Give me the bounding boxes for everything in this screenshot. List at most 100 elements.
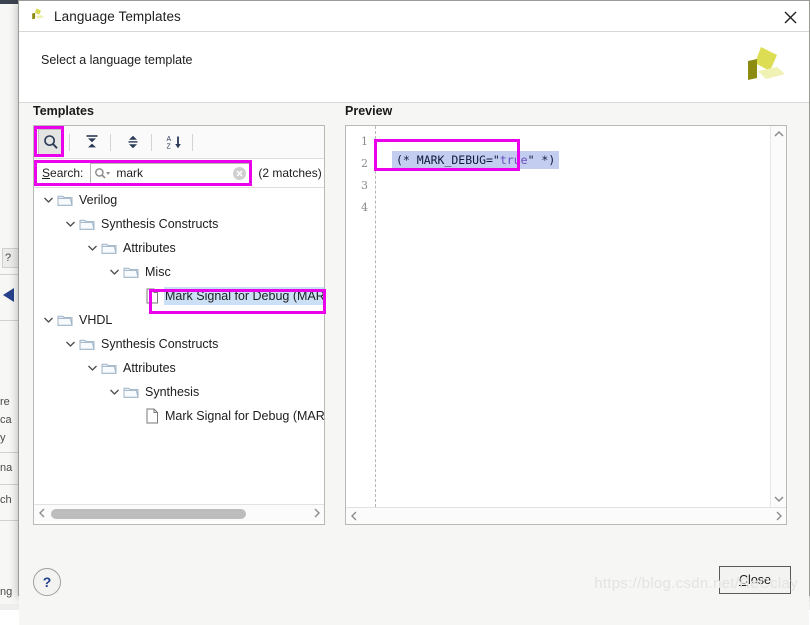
collapse-all-icon bbox=[84, 134, 100, 150]
search-label: Search: bbox=[42, 166, 83, 180]
chevron-down-icon[interactable] bbox=[108, 266, 121, 279]
folder-icon bbox=[123, 385, 139, 399]
tree-item-label: Verilog bbox=[78, 191, 118, 209]
tree-item[interactable]: Mark Signal for Debug (MARK bbox=[34, 284, 324, 308]
chevron-down-icon[interactable] bbox=[42, 194, 55, 207]
dialog-header: Select a language template bbox=[19, 32, 809, 103]
search-input[interactable]: mark bbox=[116, 166, 233, 180]
tree-item-label: Attributes bbox=[122, 359, 177, 377]
svg-text:A: A bbox=[166, 136, 171, 143]
folder-icon bbox=[57, 193, 73, 207]
tree-item-label: VHDL bbox=[78, 311, 113, 329]
search-row: Search: mark bbox=[34, 159, 324, 188]
chevron-down-icon[interactable] bbox=[64, 218, 77, 231]
collapse-all-button[interactable] bbox=[79, 129, 105, 155]
line-number: 2 bbox=[346, 157, 368, 170]
folder-icon bbox=[79, 337, 95, 351]
gutter-separator bbox=[375, 126, 376, 507]
background-back-arrow-icon bbox=[3, 288, 14, 302]
chevron-left-icon[interactable] bbox=[34, 506, 49, 521]
svg-text:Z: Z bbox=[166, 144, 171, 151]
tree-item-label: Attributes bbox=[122, 239, 177, 257]
line-number-gutter: 1 2 3 4 bbox=[346, 126, 372, 507]
chevron-down-icon[interactable] bbox=[64, 338, 77, 351]
tree-item[interactable]: Verilog bbox=[34, 188, 324, 212]
dialog-titlebar: Language Templates bbox=[19, 1, 809, 32]
hscroll-track[interactable] bbox=[49, 506, 309, 521]
chevron-up-icon[interactable] bbox=[771, 126, 786, 142]
tree-item[interactable]: Synthesis bbox=[34, 380, 324, 404]
tree-item[interactable]: Synthesis Constructs bbox=[34, 212, 324, 236]
code-suffix: " *) bbox=[528, 153, 556, 167]
line-number: 4 bbox=[346, 201, 368, 214]
file-icon bbox=[145, 288, 159, 304]
tree-item-label: Mark Signal for Debug (MARK bbox=[164, 287, 324, 305]
toolbar-separator bbox=[110, 134, 111, 151]
match-count-label: (2 matches) bbox=[258, 166, 321, 180]
tree-item-label: Misc bbox=[144, 263, 172, 281]
tree-item[interactable]: Mark Signal for Debug (MARK bbox=[34, 404, 324, 428]
hscroll-thumb[interactable] bbox=[51, 509, 246, 519]
dialog-body: Templates bbox=[19, 103, 809, 554]
toolbar-separator bbox=[151, 134, 152, 151]
templates-toolbar: A Z bbox=[34, 126, 324, 159]
chevron-right-icon[interactable] bbox=[309, 506, 324, 521]
line-number: 1 bbox=[346, 135, 368, 148]
tree-item[interactable]: Misc bbox=[34, 260, 324, 284]
language-templates-dialog: Language Templates Select a language tem… bbox=[18, 0, 810, 596]
folder-icon bbox=[57, 313, 73, 327]
xilinx-logo-icon bbox=[28, 7, 46, 25]
close-x-icon[interactable] bbox=[779, 7, 801, 27]
templates-panel-title: Templates bbox=[33, 104, 94, 118]
tree-item[interactable]: VHDL bbox=[34, 308, 324, 332]
tree-item[interactable]: Attributes bbox=[34, 236, 324, 260]
code-literal: true bbox=[500, 153, 528, 167]
folder-icon bbox=[101, 241, 117, 255]
file-icon bbox=[145, 408, 159, 424]
folder-icon bbox=[123, 265, 139, 279]
templates-panel: A Z Search: bbox=[33, 125, 325, 525]
tree-item-label: Synthesis Constructs bbox=[100, 335, 219, 353]
chevron-down-icon[interactable] bbox=[86, 362, 99, 375]
help-button[interactable]: ? bbox=[33, 568, 61, 596]
chevron-down-icon[interactable] bbox=[86, 242, 99, 255]
chevron-right-icon[interactable] bbox=[771, 509, 786, 524]
tree-item-label: Synthesis bbox=[144, 383, 200, 401]
search-toggle-button[interactable] bbox=[38, 129, 64, 155]
sort-alpha-button[interactable]: A Z bbox=[161, 129, 187, 155]
templates-hscrollbar[interactable] bbox=[34, 504, 324, 521]
preview-panel: 1 2 3 4 (* MARK_DEBUG="true" *) bbox=[345, 125, 787, 525]
chevron-left-icon[interactable] bbox=[346, 509, 361, 524]
header-subtitle: Select a language template bbox=[41, 53, 193, 67]
expand-all-button[interactable] bbox=[120, 129, 146, 155]
folder-icon bbox=[101, 361, 117, 375]
magnifier-icon bbox=[43, 134, 59, 150]
chevron-down-icon[interactable] bbox=[771, 491, 786, 507]
chevron-down-icon[interactable] bbox=[108, 386, 121, 399]
preview-code-line[interactable]: (* MARK_DEBUG="true" *) bbox=[392, 151, 559, 169]
code-prefix: (* MARK_DEBUG=" bbox=[396, 153, 500, 167]
toolbar-separator bbox=[69, 134, 70, 151]
hscroll-track[interactable] bbox=[361, 509, 771, 524]
folder-icon bbox=[79, 217, 95, 231]
chevron-down-icon[interactable] bbox=[42, 314, 55, 327]
magnifier-dropdown-icon[interactable] bbox=[94, 166, 111, 181]
preview-body[interactable]: 1 2 3 4 (* MARK_DEBUG="true" *) bbox=[346, 126, 786, 507]
search-input-wrapper[interactable]: mark bbox=[90, 163, 250, 184]
preview-hscrollbar[interactable] bbox=[346, 507, 786, 524]
watermark: https://blog.csdn.net/ReCclay bbox=[594, 575, 798, 592]
tree-item-label: Synthesis Constructs bbox=[100, 215, 219, 233]
dialog-title: Language Templates bbox=[54, 9, 181, 24]
clear-circle-icon[interactable] bbox=[233, 167, 246, 180]
expand-all-icon bbox=[125, 134, 141, 150]
preview-vscrollbar[interactable] bbox=[770, 126, 786, 507]
line-number: 3 bbox=[346, 179, 368, 192]
tree-item[interactable]: Attributes bbox=[34, 356, 324, 380]
toolbar-separator bbox=[192, 134, 193, 151]
sort-alpha-down-icon: A Z bbox=[166, 134, 183, 150]
xilinx-vivado-logo-icon bbox=[739, 42, 787, 90]
tree-item[interactable]: Synthesis Constructs bbox=[34, 332, 324, 356]
templates-tree[interactable]: Verilog Synthesis Constructs Attributes Mis… bbox=[34, 188, 324, 504]
tree-item-label: Mark Signal for Debug (MARK bbox=[164, 407, 324, 425]
preview-panel-title: Preview bbox=[345, 104, 392, 118]
